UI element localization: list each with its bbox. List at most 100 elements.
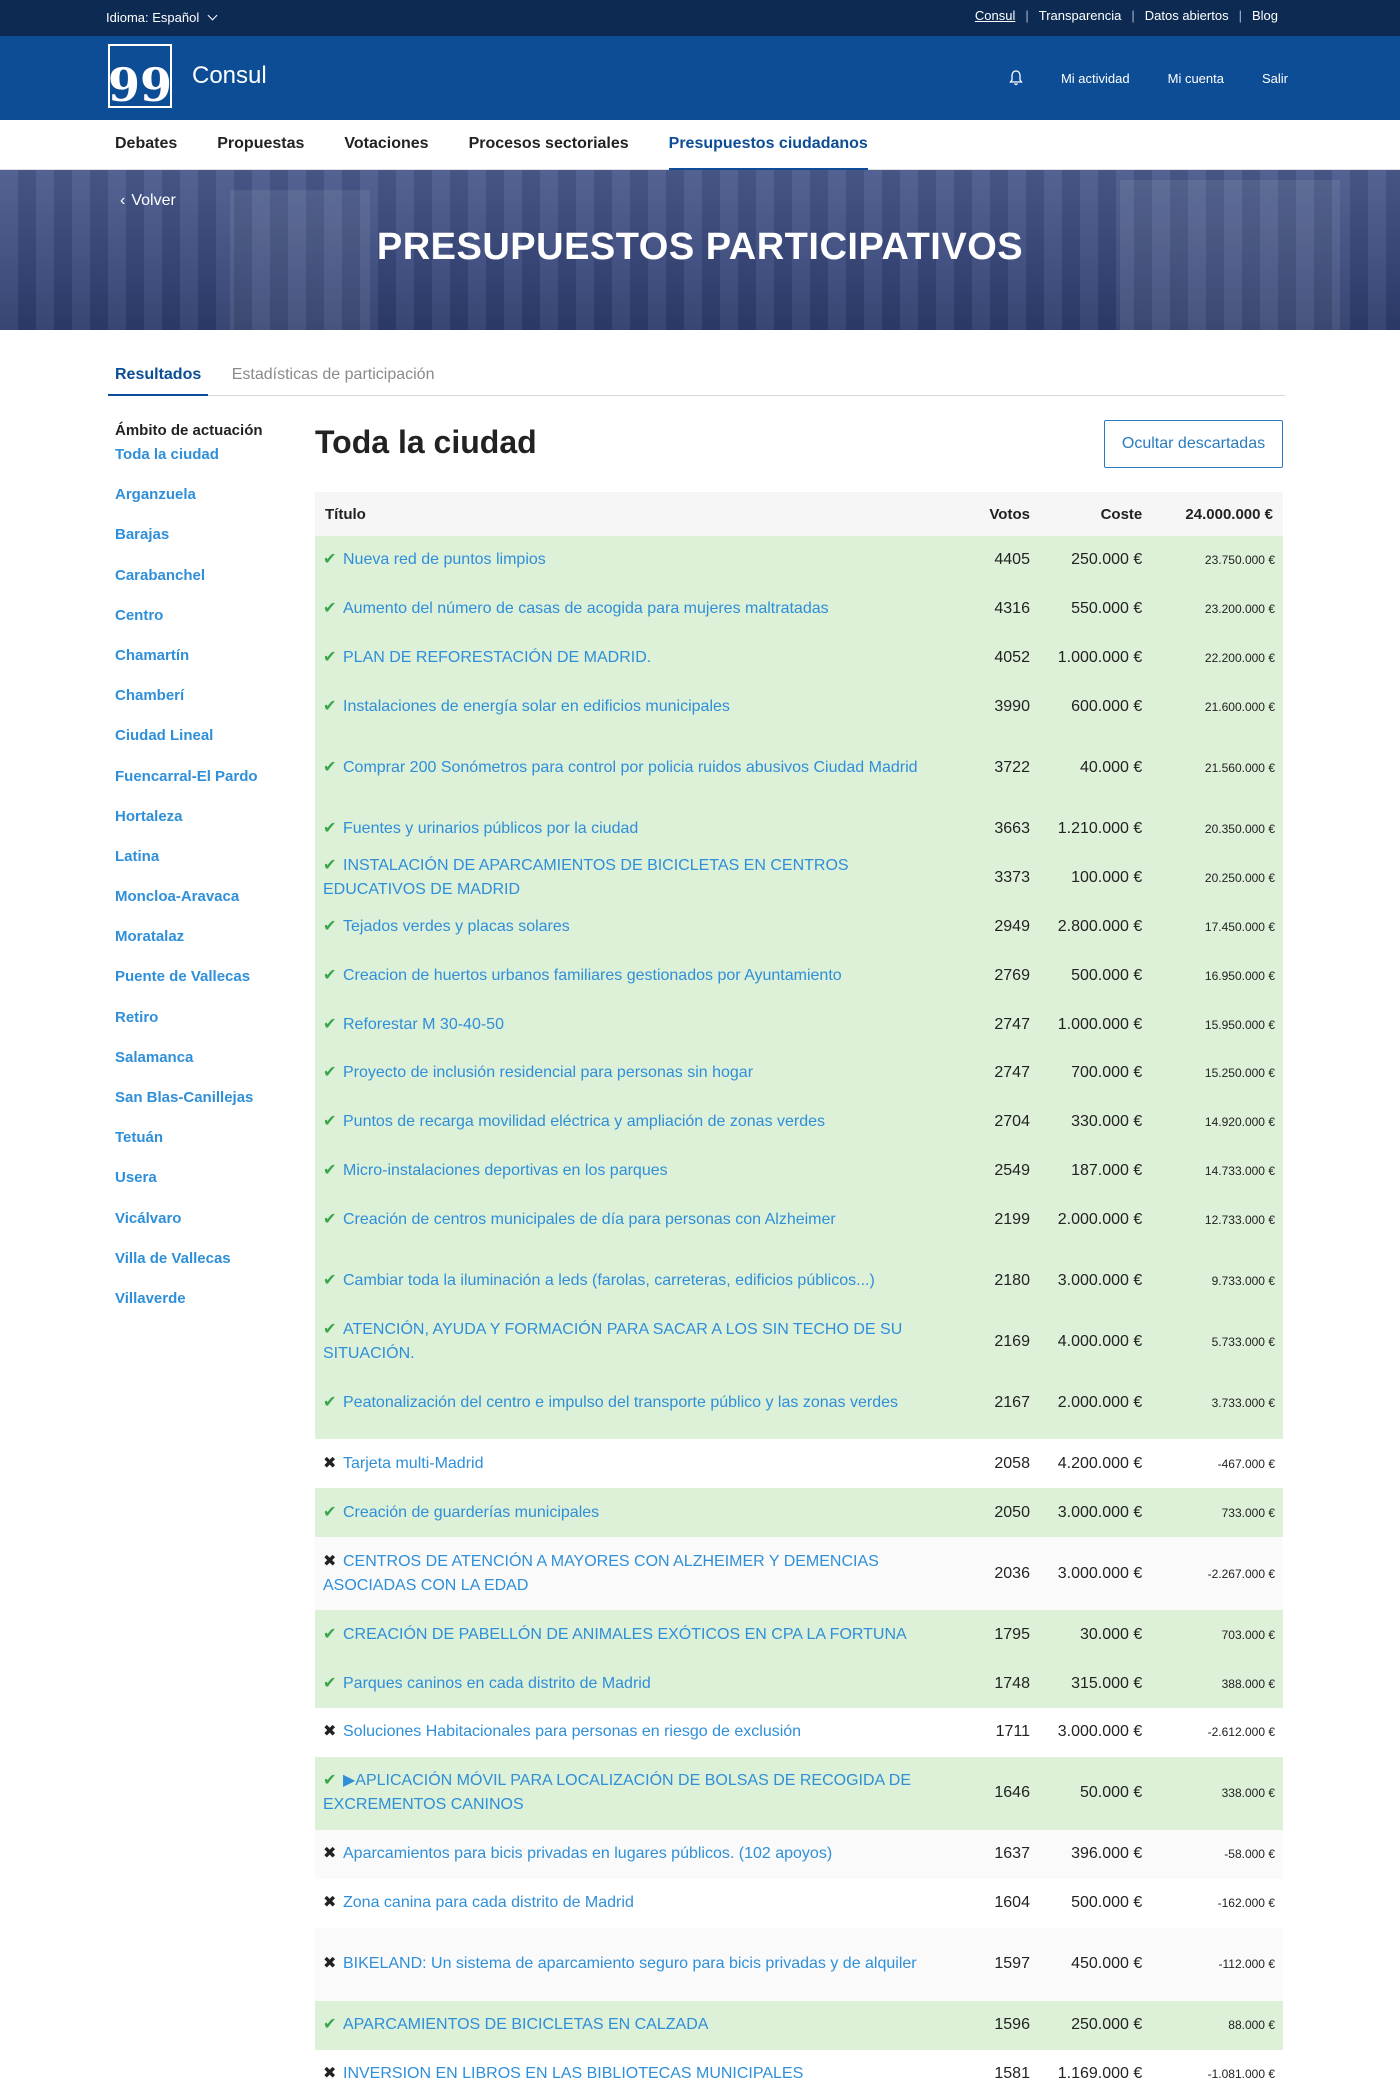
sidebar-item[interactable]: Moncloa-Aravaca [115, 889, 295, 929]
row-votes: 2167 [994, 1393, 1030, 1411]
sidebar-item[interactable]: Puente de Vallecas [115, 969, 295, 1009]
sidebar-item[interactable]: Usera [115, 1170, 295, 1210]
table-row: ✖ Aparcamientos para bicis privadas en lu… [315, 1829, 1283, 1879]
results-table: Título Votos Coste 24.000.000 € ✔ Nueva r… [315, 492, 1283, 2098]
row-remaining: 14.733.000 € [1204, 1164, 1275, 1179]
table-row: ✖ BIKELAND: Un sistema de aparcamiento se… [315, 1927, 1283, 2001]
hide-discarded-button[interactable]: Ocultar descartadas [1104, 420, 1283, 468]
top-link-blog[interactable]: Blog [1242, 8, 1288, 23]
proposal-link[interactable]: Fuentes y urinarios públicos por la ciud… [343, 820, 638, 837]
nav-salir[interactable]: Salir [1262, 71, 1288, 86]
sidebar-item[interactable]: Chamartín [115, 647, 295, 688]
sidebar-item[interactable]: Arganzuela [115, 487, 295, 527]
row-cost: 315.000 € [1071, 1674, 1143, 1692]
top-link-datos-abiertos[interactable]: Datos abiertos [1135, 8, 1239, 23]
proposal-link[interactable]: INVERSION EN LIBROS EN LAS BIBLIOTECAS M… [343, 2065, 803, 2082]
sidebar-item[interactable]: Carabanchel [115, 567, 295, 608]
col-title: Título [325, 505, 366, 523]
proposal-link[interactable]: APARCAMIENTOS DE BICICLETAS EN CALZADA [343, 2016, 708, 2033]
nav-presupuestos-ciudadanos[interactable]: Presupuestos ciudadanos [668, 120, 869, 170]
proposal-link[interactable]: Nueva red de puntos limpios [343, 551, 546, 568]
app-name[interactable]: Consul [192, 62, 267, 90]
sidebar-item[interactable]: Centro [115, 607, 295, 648]
tab-resultados[interactable]: Resultados [108, 358, 209, 396]
row-remaining: -112.000 € [1218, 1957, 1276, 1972]
top-link-consul[interactable]: Consul [965, 8, 1025, 23]
proposal-link[interactable]: Soluciones Habitacionales para personas … [343, 1723, 801, 1740]
sidebar-item[interactable]: Tetuán [115, 1130, 295, 1170]
row-votes: 4052 [994, 649, 1030, 667]
proposal-link[interactable]: Tarjeta multi-Madrid [343, 1455, 483, 1472]
chevron-down-icon[interactable] [207, 10, 218, 21]
sidebar-item[interactable]: Villa de Vallecas [115, 1250, 295, 1291]
table-row: ✔ INSTALACIÓN DE APARCAMIENTOS DE BICICLE… [315, 853, 1283, 903]
nav-procesos-sectoriales[interactable]: Procesos sectoriales [469, 120, 629, 170]
bell-icon[interactable] [1009, 70, 1023, 86]
table-row: ✖ CENTROS DE ATENCIÓN A MAYORES CON ALZHE… [315, 1537, 1283, 1611]
proposal-link[interactable]: Peatonalización del centro e impulso del… [343, 1394, 898, 1411]
proposal-link[interactable]: Puntos de recarga movilidad eléctrica y … [343, 1113, 825, 1130]
sidebar-item[interactable]: Vicálvaro [115, 1210, 295, 1251]
row-remaining: 22.200.000 € [1204, 651, 1275, 666]
proposal-link[interactable]: Reforestar M 30-40-50 [343, 1016, 504, 1033]
nav-votaciones[interactable]: Votaciones [344, 120, 428, 170]
row-votes: 3373 [994, 868, 1030, 886]
proposal-link[interactable]: Zona canina para cada distrito de Madrid [343, 1894, 634, 1911]
proposal-link[interactable]: Parques caninos en cada distrito de Madr… [343, 1675, 651, 1692]
proposal-link[interactable]: Micro-instalaciones deportivas en los pa… [343, 1162, 668, 1179]
proposal-link[interactable]: Cambiar toda la iluminación a leds (faro… [343, 1272, 875, 1289]
proposal-link[interactable]: Proyecto de inclusión residencial para p… [343, 1064, 753, 1081]
proposal-link[interactable]: CENTROS DE ATENCIÓN A MAYORES CON ALZHEI… [323, 1553, 879, 1594]
check-icon: ✔ [323, 1321, 337, 1339]
language-selector[interactable]: Idioma: Español [106, 10, 218, 25]
tab-estadisticas[interactable]: Estadísticas de participación [225, 358, 442, 396]
proposal-link[interactable]: Instalaciones de energía solar en edific… [343, 698, 730, 715]
row-remaining: 12.733.000 € [1204, 1213, 1275, 1228]
proposal-link[interactable]: Tejados verdes y placas solares [343, 918, 570, 935]
proposal-link[interactable]: PLAN DE REFORESTACIÓN DE MADRID. [343, 649, 651, 666]
proposal-link[interactable]: Comprar 200 Sonómetros para control por … [343, 759, 918, 776]
logo[interactable]: 99 [108, 44, 172, 108]
nav-propuestas[interactable]: Propuestas [217, 120, 304, 170]
proposal-link[interactable]: ATENCIÓN, AYUDA Y FORMACIÓN PARA SACAR A… [323, 1321, 902, 1362]
proposal-link[interactable]: Aparcamientos para bicis privadas en lug… [343, 1845, 832, 1862]
row-votes: 1596 [994, 2016, 1030, 2034]
sidebar-item[interactable]: Fuencarral-El Pardo [115, 768, 295, 809]
proposal-link[interactable]: Aumento del número de casas de acogida p… [343, 600, 829, 617]
sidebar-item[interactable]: Chamberí [115, 688, 295, 728]
top-link-transparencia[interactable]: Transparencia [1029, 8, 1132, 23]
row-cost: 3.000.000 € [1057, 1503, 1143, 1521]
sidebar-item[interactable]: Salamanca [115, 1049, 295, 1090]
proposal-link[interactable]: Creación de centros municipales de día p… [343, 1211, 836, 1228]
sidebar-item[interactable]: Retiro [115, 1009, 295, 1050]
proposal-link[interactable]: Creacion de huertos urbanos familiares g… [343, 967, 842, 984]
proposal-link[interactable]: INSTALACIÓN DE APARCAMIENTOS DE BICICLET… [323, 857, 849, 898]
table-row: ✔ Creación de centros municipales de día … [315, 1195, 1283, 1245]
row-title-cell: ✔ Tejados verdes y placas solares [315, 902, 948, 951]
nav-mi-cuenta[interactable]: Mi cuenta [1168, 71, 1224, 86]
sidebar-item[interactable]: Barajas [115, 527, 295, 567]
sidebar-item[interactable]: Toda la ciudad [115, 446, 295, 487]
language-value[interactable]: Español [152, 10, 199, 25]
sidebar-item[interactable]: San Blas-Canillejas [115, 1089, 295, 1130]
row-title-cell: ✔ Parques caninos en cada distrito de Mad… [315, 1659, 948, 1708]
nav-debates[interactable]: Debates [115, 120, 177, 170]
cross-icon: ✖ [323, 1845, 337, 1863]
sidebar-item[interactable]: Latina [115, 848, 295, 889]
row-title-cell: ✔ Creación de centros municipales de día … [315, 1196, 948, 1245]
proposal-link[interactable]: Creación de guarderías municipales [343, 1504, 599, 1521]
row-remaining: 9.733.000 € [1211, 1274, 1275, 1289]
table-row: ✔ Aumento del número de casas de acogida … [315, 584, 1283, 634]
row-cost: 2.800.000 € [1057, 917, 1143, 935]
proposal-link[interactable]: ▶APLICACIÓN MÓVIL PARA LOCALIZACIÓN DE B… [323, 1772, 911, 1813]
proposal-link[interactable]: CREACIÓN DE PABELLÓN DE ANIMALES EXÓTICO… [343, 1626, 907, 1643]
sidebar-item[interactable]: Hortaleza [115, 808, 295, 849]
row-remaining: 3.733.000 € [1211, 1395, 1275, 1410]
sidebar-item[interactable]: Villaverde [115, 1290, 295, 1331]
row-remaining: 17.450.000 € [1204, 919, 1275, 934]
sidebar-item[interactable]: Ciudad Lineal [115, 728, 295, 768]
proposal-link[interactable]: BIKELAND: Un sistema de aparcamiento seg… [343, 1955, 917, 1972]
sidebar-item[interactable]: Moratalaz [115, 929, 295, 969]
nav-mi-actividad[interactable]: Mi actividad [1061, 71, 1130, 86]
back-link[interactable]: Volver [120, 192, 175, 210]
